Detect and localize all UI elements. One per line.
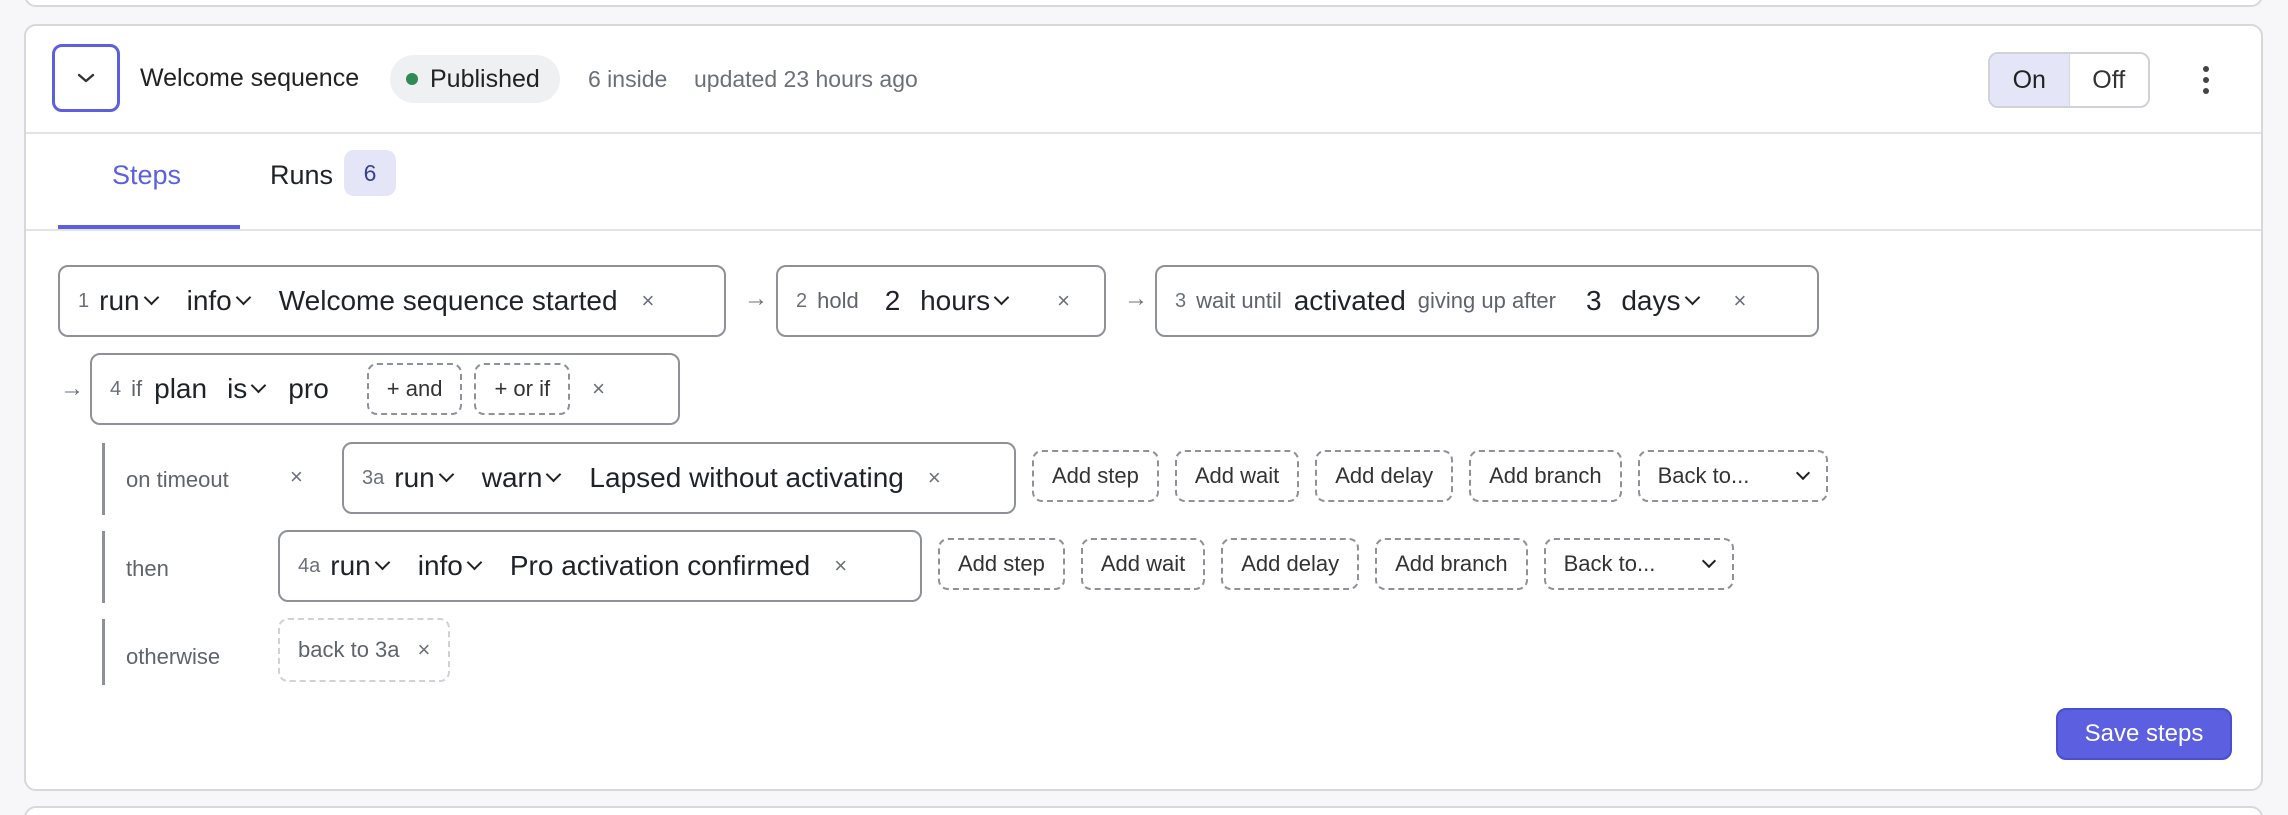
action-select[interactable]: run bbox=[330, 550, 390, 582]
tab-steps[interactable]: Steps bbox=[112, 160, 181, 191]
chevron-down-icon bbox=[77, 73, 95, 83]
duration-select[interactable]: 2 hours bbox=[885, 285, 1010, 317]
action-select[interactable]: run bbox=[99, 285, 159, 317]
tabs-divider bbox=[26, 229, 2261, 231]
step-1: 1 run info Welcome sequence started × bbox=[58, 265, 726, 337]
timeout-select[interactable]: 3 days bbox=[1586, 285, 1700, 317]
chevron-down-icon bbox=[374, 554, 390, 570]
remove-branch-icon[interactable]: × bbox=[290, 464, 303, 490]
add-or-condition-button[interactable]: + or if bbox=[474, 363, 571, 415]
branch-label-otherwise: otherwise bbox=[126, 644, 221, 669]
more-vertical-icon[interactable] bbox=[2188, 60, 2224, 100]
sequence-header: Welcome sequence Published 6 inside upda… bbox=[26, 26, 2261, 134]
updated-time: updated 23 hours ago bbox=[694, 66, 918, 92]
step-number: 3a bbox=[362, 466, 385, 489]
chevron-down-icon bbox=[546, 466, 562, 482]
add-wait-button[interactable]: Add wait bbox=[1174, 450, 1300, 502]
action-select[interactable]: run bbox=[394, 462, 454, 494]
remove-step-icon[interactable]: × bbox=[1057, 288, 1070, 314]
step-3a: 3a run warn Lapsed without activating × bbox=[342, 442, 1016, 514]
remove-step-icon[interactable]: × bbox=[592, 376, 605, 402]
wait-event[interactable]: activated bbox=[1294, 285, 1406, 317]
header-divider bbox=[26, 132, 2261, 134]
branch-line bbox=[102, 531, 105, 603]
chevron-down-icon bbox=[466, 554, 483, 570]
back-to-select[interactable]: Back to... bbox=[1543, 538, 1734, 590]
chevron-down-icon bbox=[235, 289, 252, 305]
remove-step-icon[interactable]: × bbox=[834, 553, 847, 579]
arrow-right-icon: → bbox=[60, 375, 84, 402]
status-label: Published bbox=[430, 64, 540, 93]
add-delay-button[interactable]: Add delay bbox=[1221, 538, 1360, 590]
previous-sequence-card bbox=[24, 0, 2263, 7]
add-step-button[interactable]: Add step bbox=[1032, 450, 1159, 502]
step-message[interactable]: Welcome sequence started bbox=[279, 285, 618, 317]
add-branch-button[interactable]: Add branch bbox=[1469, 450, 1622, 502]
add-step-button[interactable]: Add step bbox=[938, 538, 1065, 590]
branch-label-then: then bbox=[126, 556, 169, 581]
condition-value[interactable]: pro bbox=[288, 373, 328, 405]
status-dot-icon bbox=[406, 73, 418, 85]
inside-count: 6 inside bbox=[588, 66, 668, 92]
sequence-title: Welcome sequence bbox=[140, 64, 360, 92]
chevron-down-icon bbox=[993, 289, 1010, 305]
step-number: 1 bbox=[78, 289, 90, 312]
add-branch-button[interactable]: Add branch bbox=[1375, 538, 1528, 590]
back-to-label: back to 3a bbox=[298, 637, 400, 662]
step-kind-label: hold bbox=[817, 288, 859, 313]
save-steps-button[interactable]: Save steps bbox=[2056, 708, 2232, 760]
remove-back-to-icon[interactable]: × bbox=[418, 637, 431, 663]
toggle-off-button[interactable]: Off bbox=[2068, 54, 2149, 106]
chevron-down-icon bbox=[1701, 553, 1716, 569]
status-badge: Published bbox=[390, 55, 560, 103]
timeout-row-actions: Add step Add wait Add delay Add branch B… bbox=[1032, 450, 1828, 502]
branch-label-timeout: on timeout bbox=[126, 467, 229, 492]
back-to-step-chip[interactable]: back to 3a × bbox=[278, 618, 451, 682]
remove-step-icon[interactable]: × bbox=[1734, 288, 1747, 314]
chevron-down-icon bbox=[143, 289, 159, 305]
then-row-actions: Add step Add wait Add delay Add branch B… bbox=[938, 538, 1734, 590]
condition-field[interactable]: plan bbox=[154, 373, 207, 405]
step-message[interactable]: Pro activation confirmed bbox=[510, 550, 810, 582]
collapse-toggle-button[interactable] bbox=[52, 44, 120, 112]
level-select[interactable]: info bbox=[418, 550, 483, 582]
level-select[interactable]: warn bbox=[482, 462, 562, 494]
remove-step-icon[interactable]: × bbox=[642, 288, 655, 314]
arrow-right-icon: → bbox=[1124, 285, 1148, 312]
back-to-select[interactable]: Back to... bbox=[1637, 450, 1828, 502]
add-and-condition-button[interactable]: + and bbox=[366, 363, 463, 415]
operator-select[interactable]: is bbox=[227, 373, 267, 405]
step-3: 3 wait until activated giving up after 3… bbox=[1155, 265, 1819, 337]
level-select[interactable]: info bbox=[187, 285, 252, 317]
arrow-right-icon: → bbox=[744, 285, 768, 312]
toggle-on-button[interactable]: On bbox=[1990, 54, 2069, 106]
step-2: 2 hold 2 hours × bbox=[776, 265, 1106, 337]
step-number: 4 bbox=[110, 377, 122, 400]
step-4: 4 if plan is pro + and + or if × bbox=[90, 353, 680, 425]
step-number: 2 bbox=[796, 289, 808, 312]
add-delay-button[interactable]: Add delay bbox=[1315, 450, 1454, 502]
on-off-toggle: On Off bbox=[1988, 52, 2150, 108]
step-number: 3 bbox=[1175, 289, 1187, 312]
step-kind-label: if bbox=[131, 376, 143, 401]
runs-count-badge: 6 bbox=[344, 150, 396, 196]
chevron-down-icon bbox=[1684, 289, 1700, 305]
chevron-down-icon bbox=[1795, 465, 1810, 481]
add-wait-button[interactable]: Add wait bbox=[1080, 538, 1206, 590]
step-kind-label: wait until bbox=[1196, 288, 1282, 313]
tab-runs[interactable]: Runs bbox=[270, 160, 333, 191]
next-sequence-card bbox=[24, 806, 2263, 815]
step-4a: 4a run info Pro activation confirmed × bbox=[278, 530, 922, 602]
sequence-card: Welcome sequence Published 6 inside upda… bbox=[24, 24, 2263, 791]
step-number: 4a bbox=[298, 554, 321, 577]
chevron-down-icon bbox=[251, 377, 267, 393]
chevron-down-icon bbox=[438, 466, 454, 482]
branch-line bbox=[102, 619, 105, 685]
giveup-label: giving up after bbox=[1417, 288, 1556, 313]
step-message[interactable]: Lapsed without activating bbox=[589, 462, 903, 494]
remove-step-icon[interactable]: × bbox=[928, 465, 941, 491]
branch-line bbox=[102, 443, 105, 515]
